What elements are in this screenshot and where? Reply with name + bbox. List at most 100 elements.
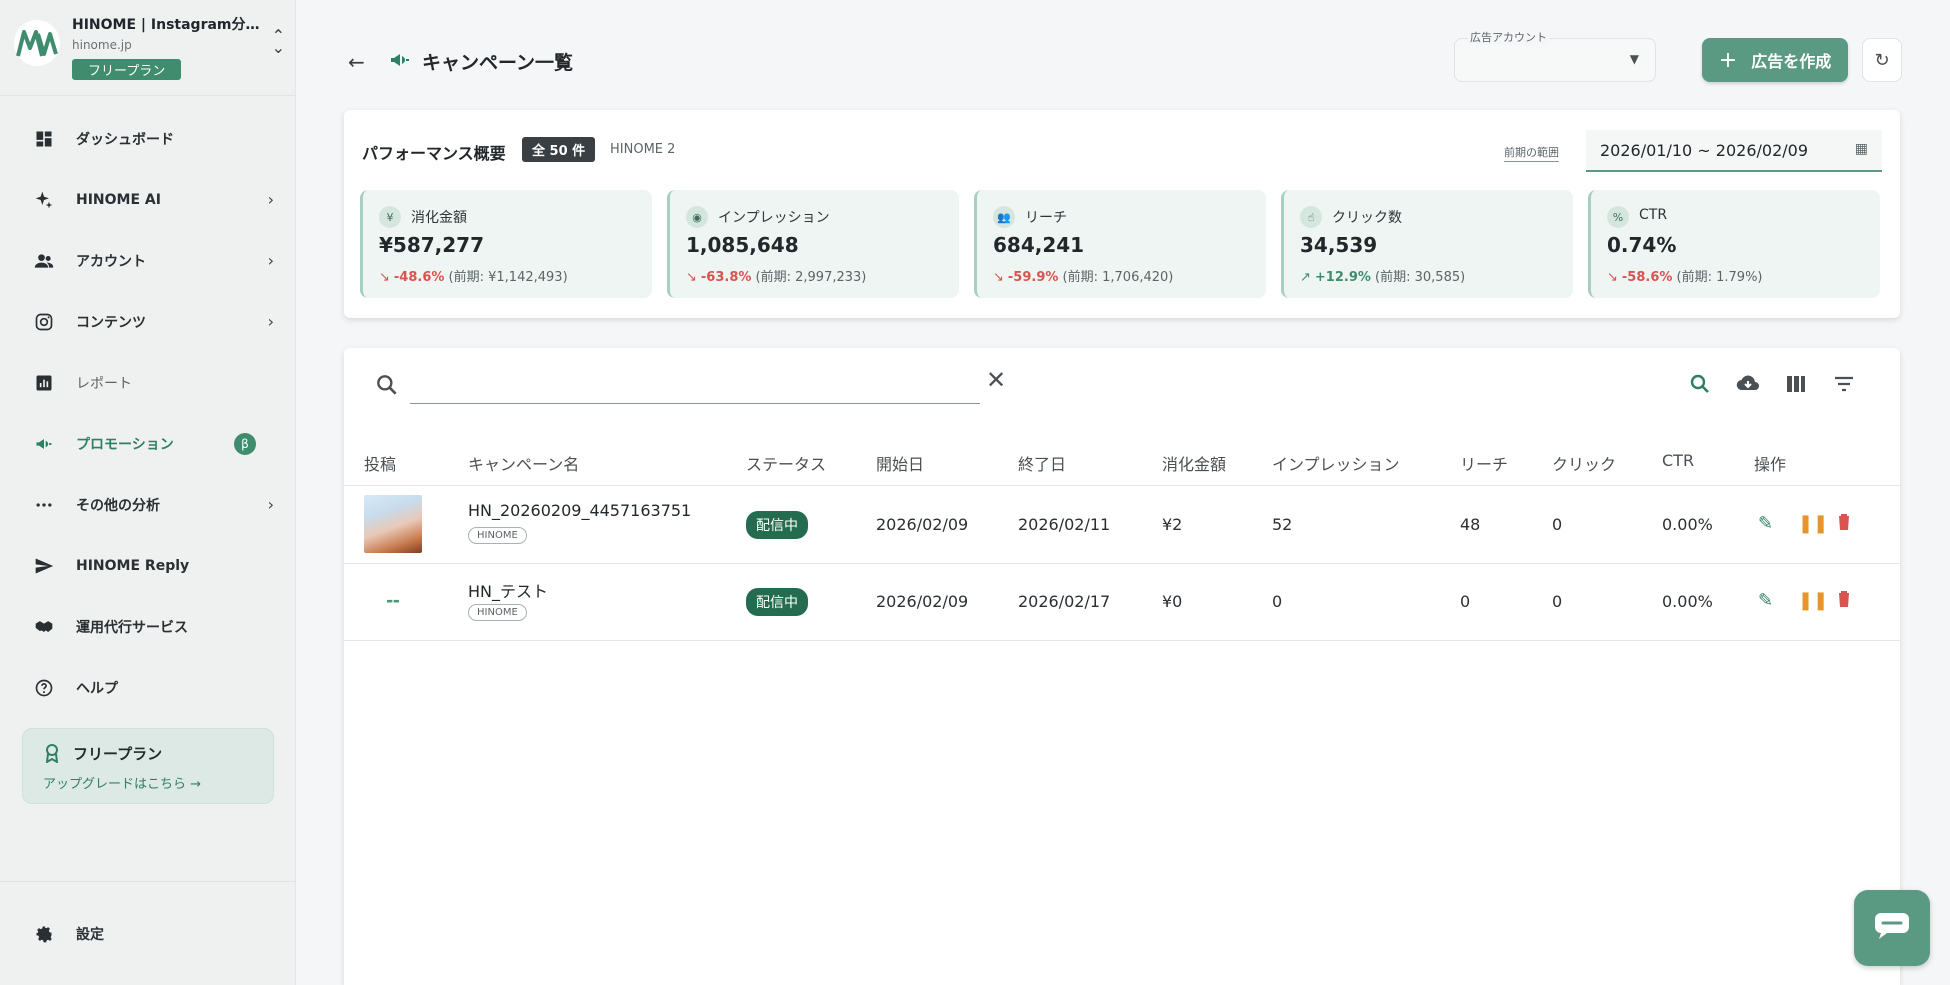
metric-change: ↗ +12.9% (前期: 30,585) bbox=[1300, 266, 1465, 285]
sidebar-item-dashboard[interactable]: ダッシュボード bbox=[0, 108, 296, 169]
beta-badge: β bbox=[234, 432, 256, 455]
delete-icon[interactable] bbox=[1836, 590, 1852, 613]
reach-value: 0 bbox=[1460, 592, 1471, 611]
create-ad-button[interactable]: + 広告を作成 bbox=[1702, 38, 1848, 82]
clicks-value: 0 bbox=[1552, 515, 1563, 534]
refresh-button[interactable]: ↻ bbox=[1862, 38, 1902, 82]
metric-change-pct: -48.6% bbox=[393, 270, 445, 285]
brand-header[interactable]: HINOME | Instagram分析... hinome.jp フリープラン… bbox=[0, 0, 295, 96]
date-range-value: 2026/01/10 ~ 2026/02/09 bbox=[1600, 140, 1809, 160]
sidebar-item-help[interactable]: ヘルプ bbox=[0, 657, 296, 718]
search-icon bbox=[374, 372, 400, 402]
post-thumbnail[interactable] bbox=[364, 495, 422, 553]
metric-change: ↘ -63.8% (前期: 2,997,233) bbox=[686, 266, 866, 285]
sidebar-item-other-analysis[interactable]: その他の分析 › bbox=[0, 474, 296, 535]
start-date: 2026/02/09 bbox=[876, 592, 969, 611]
caret-down-icon: ▼ bbox=[1629, 52, 1639, 66]
search-icon[interactable] bbox=[1688, 372, 1712, 400]
column-header-post[interactable]: 投稿 bbox=[364, 451, 396, 475]
delete-icon[interactable] bbox=[1836, 513, 1852, 536]
trend-down-icon: ↘ bbox=[1607, 270, 1618, 285]
column-header-start[interactable]: 開始日 bbox=[876, 451, 924, 475]
campaign-name[interactable]: HN_テスト bbox=[468, 578, 548, 602]
sidebar-item-label: レポート bbox=[76, 375, 132, 392]
column-header-spend[interactable]: 消化金額 bbox=[1162, 451, 1226, 475]
metric-value: 0.74% bbox=[1607, 233, 1677, 257]
metric-value: 1,085,648 bbox=[686, 233, 799, 257]
trend-down-icon: ↘ bbox=[686, 270, 697, 285]
sidebar-item-settings[interactable]: 設定 bbox=[0, 881, 296, 985]
previous-period-label[interactable]: 前期の範囲 bbox=[1504, 144, 1559, 162]
trend-down-icon: ↘ bbox=[993, 270, 1004, 285]
date-range-picker[interactable]: 2026/01/10 ~ 2026/02/09 ▦ bbox=[1586, 130, 1882, 172]
money-icon: ¥ bbox=[379, 206, 401, 228]
column-header-impressions[interactable]: インプレッション bbox=[1272, 451, 1400, 475]
end-date: 2026/02/17 bbox=[1018, 592, 1111, 611]
metric-change-pct: +12.9% bbox=[1314, 270, 1371, 285]
sidebar-item-label: プロモーション bbox=[76, 436, 174, 453]
instagram-icon bbox=[34, 312, 54, 332]
metric-value: ¥587,277 bbox=[379, 233, 485, 257]
spend-value: ¥2 bbox=[1162, 515, 1183, 534]
search-input[interactable] bbox=[410, 366, 980, 404]
cloud-download-icon[interactable] bbox=[1736, 372, 1760, 400]
ad-account-label: 広告アカウント bbox=[1468, 29, 1549, 45]
column-header-reach[interactable]: リーチ bbox=[1460, 451, 1508, 475]
table-row[interactable]: HN_20260209_4457163751 HINOME 配信中 2026/0… bbox=[344, 487, 1900, 564]
trend-up-icon: ↗ bbox=[1300, 270, 1311, 285]
edit-icon[interactable]: ✎ bbox=[1758, 513, 1773, 534]
metric-previous: (前期: 1,706,420) bbox=[1062, 270, 1174, 285]
page-header: ← キャンペーン一覧 ▼ 広告アカウント + 広告を作成 ↻ bbox=[296, 0, 1950, 110]
filter-icon[interactable] bbox=[1832, 372, 1856, 400]
expand-toggle-icon[interactable]: ⌃ ⌄ bbox=[272, 28, 285, 56]
thumbnail-logo: ▬▬ bbox=[386, 597, 400, 605]
back-arrow-icon[interactable]: ← bbox=[348, 50, 365, 74]
post-thumbnail[interactable]: ▬▬ bbox=[364, 572, 422, 630]
sidebar-item-account[interactable]: アカウント › bbox=[0, 230, 296, 291]
brand-domain: hinome.jp bbox=[72, 38, 132, 52]
column-header-status[interactable]: ステータス bbox=[746, 451, 826, 475]
logo bbox=[14, 20, 60, 66]
calendar-icon[interactable]: ▦ bbox=[1855, 141, 1868, 157]
sidebar-item-agency-service[interactable]: 運用代行サービス bbox=[0, 596, 296, 657]
chevron-right-icon: › bbox=[267, 495, 274, 514]
table-row[interactable]: ▬▬ HN_テスト HINOME 配信中 2026/02/09 2026/02/… bbox=[344, 564, 1900, 641]
upgrade-card[interactable]: フリープラン アップグレードはこちら → bbox=[22, 728, 274, 804]
metric-label: インプレッション bbox=[718, 210, 830, 226]
edit-icon[interactable]: ✎ bbox=[1758, 590, 1773, 611]
help-icon bbox=[34, 678, 54, 698]
people-icon: 👥 bbox=[993, 206, 1015, 228]
close-icon[interactable]: ✕ bbox=[986, 366, 1006, 394]
sidebar-item-content[interactable]: コンテンツ › bbox=[0, 291, 296, 352]
column-header-campaign[interactable]: キャンペーン名 bbox=[468, 451, 579, 475]
column-header-clicks[interactable]: クリック bbox=[1552, 451, 1616, 475]
metric-card-ctr: % CTR 0.74% ↘ -58.6% (前期: 1.79%) bbox=[1588, 190, 1880, 298]
campaign-table: ✕ 投稿 キャンペーン名 ステータス 開始日 終了日 消化金額 インプレッション… bbox=[344, 348, 1900, 985]
pause-icon[interactable]: ❚❚ bbox=[1798, 590, 1828, 611]
pause-icon[interactable]: ❚❚ bbox=[1798, 513, 1828, 534]
columns-icon[interactable] bbox=[1784, 372, 1808, 400]
campaign-tag: HINOME bbox=[468, 604, 527, 621]
chevron-right-icon: › bbox=[267, 190, 274, 209]
reach-value: 48 bbox=[1460, 515, 1481, 534]
sidebar-item-label: コンテンツ bbox=[76, 314, 146, 331]
plan-badge: フリープラン bbox=[72, 59, 182, 80]
sidebar-item-label: 運用代行サービス bbox=[76, 619, 188, 636]
chat-button[interactable] bbox=[1854, 890, 1930, 966]
metric-card-impressions: ◉ インプレッション 1,085,648 ↘ -63.8% (前期: 2,997,… bbox=[667, 190, 959, 298]
settings-label: 設定 bbox=[76, 926, 104, 943]
percent-icon: % bbox=[1607, 206, 1629, 228]
sparkle-icon bbox=[34, 190, 54, 210]
campaign-name[interactable]: HN_20260209_4457163751 bbox=[468, 501, 691, 520]
metric-label: CTR bbox=[1639, 207, 1668, 223]
metric-previous: (前期: 2,997,233) bbox=[755, 270, 867, 285]
chevron-right-icon: › bbox=[267, 312, 274, 331]
sidebar-item-promotion[interactable]: プロモーション β bbox=[0, 413, 296, 474]
plus-icon: + bbox=[1718, 47, 1738, 73]
upgrade-link[interactable]: アップグレードはこちら → bbox=[43, 773, 201, 792]
sidebar-item-report[interactable]: レポート bbox=[0, 352, 296, 413]
sidebar-item-hinome-reply[interactable]: HINOME Reply bbox=[0, 535, 296, 596]
sidebar-item-hinome-ai[interactable]: HINOME AI › bbox=[0, 169, 296, 230]
column-header-end[interactable]: 終了日 bbox=[1018, 451, 1066, 475]
column-header-ctr[interactable]: CTR bbox=[1662, 451, 1694, 470]
